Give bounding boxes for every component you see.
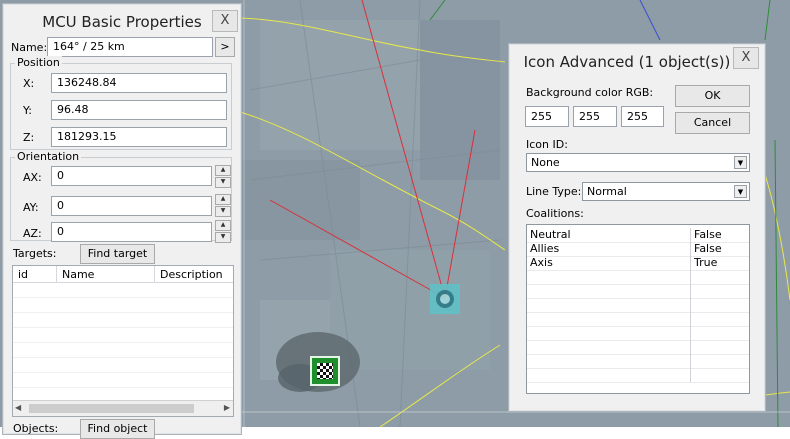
objects-label: Objects:: [13, 422, 59, 435]
table-row: [527, 270, 749, 285]
icon-advanced-window: Icon Advanced (1 object(s)) X Background…: [508, 43, 766, 412]
position-title: Position: [15, 56, 62, 69]
column-name[interactable]: Name: [57, 266, 155, 283]
table-row[interactable]: Neutral False: [527, 228, 749, 243]
list-row: [13, 343, 233, 358]
table-row[interactable]: Allies False: [527, 242, 749, 257]
ax-spinner[interactable]: ▲ ▼: [215, 165, 231, 188]
coalition-name: Allies: [530, 242, 560, 255]
line-type-select[interactable]: Normal ▼: [582, 182, 750, 201]
cancel-button[interactable]: Cancel: [675, 112, 750, 134]
blue-input[interactable]: 255: [621, 106, 664, 127]
table-row: [527, 340, 749, 355]
coalitions-table[interactable]: Neutral False Allies False Axis True: [526, 224, 750, 394]
coalition-value[interactable]: False: [690, 242, 722, 256]
orientation-group: Orientation AX: 0 ▲ ▼ AY: 0 ▲ ▼ AZ: 0 ▲ ▼: [10, 150, 232, 243]
target-ring-icon: [436, 290, 454, 308]
z-label: Z:: [23, 131, 35, 144]
find-object-button[interactable]: Find object: [80, 419, 155, 439]
window-title: Icon Advanced (1 object(s)): [523, 53, 731, 71]
window-title: MCU Basic Properties: [42, 13, 202, 31]
coalition-name: Axis: [530, 256, 553, 269]
targets-list[interactable]: id Name Description ◀ ▶: [12, 265, 234, 417]
z-input[interactable]: 181293.15: [51, 127, 227, 147]
name-input[interactable]: 164° / 25 km: [47, 37, 213, 57]
line-type-label: Line Type:: [526, 185, 582, 198]
table-row: [527, 354, 749, 369]
az-label: AZ:: [23, 227, 42, 240]
mcu-basic-properties-window: MCU Basic Properties X Name: 164° / 25 k…: [2, 3, 242, 439]
ok-button[interactable]: OK: [675, 85, 750, 107]
x-input[interactable]: 136248.84: [51, 73, 227, 93]
coalition-value[interactable]: True: [690, 256, 717, 270]
icon-id-select[interactable]: None ▼: [526, 153, 750, 172]
column-id[interactable]: id: [13, 266, 57, 283]
x-label: X:: [23, 77, 35, 90]
coalitions-label: Coalitions:: [526, 207, 584, 220]
az-spinner[interactable]: ▲ ▼: [215, 220, 231, 243]
y-input[interactable]: 96.48: [51, 100, 227, 120]
find-target-button[interactable]: Find target: [80, 244, 155, 264]
chevron-down-icon[interactable]: ▼: [734, 185, 747, 198]
list-row: [13, 373, 233, 388]
scroll-thumb[interactable]: [29, 404, 194, 413]
icon-marker[interactable]: [430, 284, 460, 314]
ax-label: AX:: [23, 171, 42, 184]
green-input[interactable]: 255: [573, 106, 617, 127]
line-type-value: Normal: [587, 185, 627, 198]
close-button[interactable]: X: [212, 10, 238, 32]
name-label: Name:: [11, 41, 48, 54]
name-expand-button[interactable]: >: [215, 37, 235, 57]
position-group: Position X: 136248.84 Y: 96.48 Z: 181293…: [10, 56, 232, 150]
icon-id-label: Icon ID:: [526, 138, 568, 151]
list-row: [13, 313, 233, 328]
background-color-label: Background color RGB:: [526, 86, 654, 99]
ay-label: AY:: [23, 201, 39, 214]
y-label: Y:: [23, 104, 32, 117]
checkered-flag-icon: [317, 363, 333, 379]
orientation-title: Orientation: [15, 150, 82, 163]
table-row: [527, 298, 749, 313]
list-row: [13, 283, 233, 298]
column-description[interactable]: Description: [155, 266, 233, 283]
object-marker[interactable]: [310, 356, 340, 386]
table-row: [527, 284, 749, 299]
list-row: [13, 298, 233, 313]
scroll-left-icon[interactable]: ◀: [15, 403, 21, 412]
icon-id-value: None: [531, 156, 560, 169]
list-row: [13, 358, 233, 373]
ay-spinner[interactable]: ▲ ▼: [215, 194, 231, 217]
chevron-down-icon[interactable]: ▼: [734, 156, 747, 169]
red-input[interactable]: 255: [525, 106, 569, 127]
ax-input[interactable]: 0: [51, 166, 212, 186]
list-row: [13, 328, 233, 343]
coalition-value[interactable]: False: [690, 228, 722, 242]
targets-label: Targets:: [13, 247, 57, 260]
az-input[interactable]: 0: [51, 222, 212, 242]
table-row[interactable]: Axis True: [527, 256, 749, 271]
table-row: [527, 326, 749, 341]
close-button[interactable]: X: [733, 47, 759, 69]
coalition-name: Neutral: [530, 228, 571, 241]
scroll-right-icon[interactable]: ▶: [224, 403, 230, 412]
table-row: [527, 368, 749, 383]
table-row: [527, 312, 749, 327]
ay-input[interactable]: 0: [51, 196, 212, 216]
horizontal-scrollbar[interactable]: ◀ ▶: [13, 400, 233, 416]
